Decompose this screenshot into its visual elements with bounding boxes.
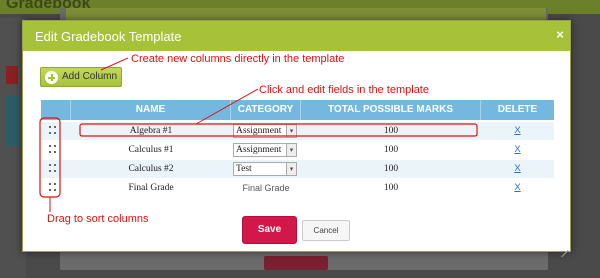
drag-handle-icon[interactable] xyxy=(49,126,57,136)
row-name[interactable]: Calculus #2 xyxy=(71,160,231,178)
close-icon[interactable]: × xyxy=(553,28,567,42)
column-header-category: CATEGORY xyxy=(231,100,301,120)
resize-grip-icon[interactable] xyxy=(559,242,569,258)
category-static: Final Grade xyxy=(242,183,290,193)
table-row: Final Grade Final Grade 100 X xyxy=(41,179,554,197)
delete-link[interactable]: X xyxy=(481,141,554,159)
annotation-drag-sort: Drag to sort columns xyxy=(47,213,149,225)
row-total-marks[interactable]: 100 xyxy=(301,141,481,159)
row-total-marks[interactable]: 100 xyxy=(301,160,481,178)
column-header-total-marks: TOTAL POSSIBLE MARKS xyxy=(301,100,481,120)
row-name[interactable]: Calculus #1 xyxy=(71,141,231,159)
background-sidebar-badge xyxy=(6,66,18,84)
drag-handle-icon[interactable] xyxy=(49,183,57,193)
column-header-name: NAME xyxy=(71,100,231,120)
category-select[interactable]: Test ▾ xyxy=(233,162,297,176)
save-button[interactable]: Save xyxy=(242,216,297,244)
row-name: Final Grade xyxy=(128,183,174,193)
column-header-delete: DELETE xyxy=(497,104,538,115)
background-button xyxy=(264,256,328,270)
annotation-edit-fields: Click and edit fields in the template xyxy=(259,84,429,96)
row-total-marks[interactable]: 100 xyxy=(301,179,481,197)
drag-handle-icon[interactable] xyxy=(49,145,57,155)
delete-link[interactable]: X xyxy=(481,122,554,140)
add-column-button[interactable]: Add Column xyxy=(40,67,122,87)
category-value: Test xyxy=(236,164,252,174)
category-select[interactable]: Assignment ▾ xyxy=(233,143,297,157)
drag-handle-icon[interactable] xyxy=(49,164,57,174)
table-row: Algebra #1 Assignment ▾ 100 X xyxy=(41,122,554,140)
annotation-create-columns: Create new columns directly in the templ… xyxy=(131,53,345,65)
add-column-label: Add Column xyxy=(62,71,118,82)
table-row: Calculus #2 Test ▾ 100 X xyxy=(41,160,554,178)
cancel-button[interactable]: Cancel xyxy=(302,220,350,241)
category-select[interactable]: Assignment ▾ xyxy=(233,124,297,138)
chevron-down-icon: ▾ xyxy=(286,125,296,137)
plus-circle-icon xyxy=(45,71,58,84)
row-name[interactable]: Algebra #1 xyxy=(71,122,231,140)
table-row: Calculus #1 Assignment ▾ 100 X xyxy=(41,141,554,159)
delete-link[interactable]: X xyxy=(481,179,554,197)
delete-link[interactable]: X xyxy=(481,160,554,178)
table-header: NAME CATEGORY TOTAL POSSIBLE MARKS DELET… xyxy=(41,100,554,120)
background-sidebar-tile xyxy=(6,96,20,146)
category-value: Assignment xyxy=(236,145,282,155)
drag-column-header xyxy=(41,100,71,120)
category-value: Assignment xyxy=(236,126,282,136)
dialog-header: Edit Gradebook Template × xyxy=(23,21,570,51)
chevron-down-icon: ▾ xyxy=(286,163,296,175)
row-total-marks[interactable]: 100 xyxy=(301,122,481,140)
chevron-down-icon: ▾ xyxy=(286,144,296,156)
dialog-title: Edit Gradebook Template xyxy=(35,29,182,44)
